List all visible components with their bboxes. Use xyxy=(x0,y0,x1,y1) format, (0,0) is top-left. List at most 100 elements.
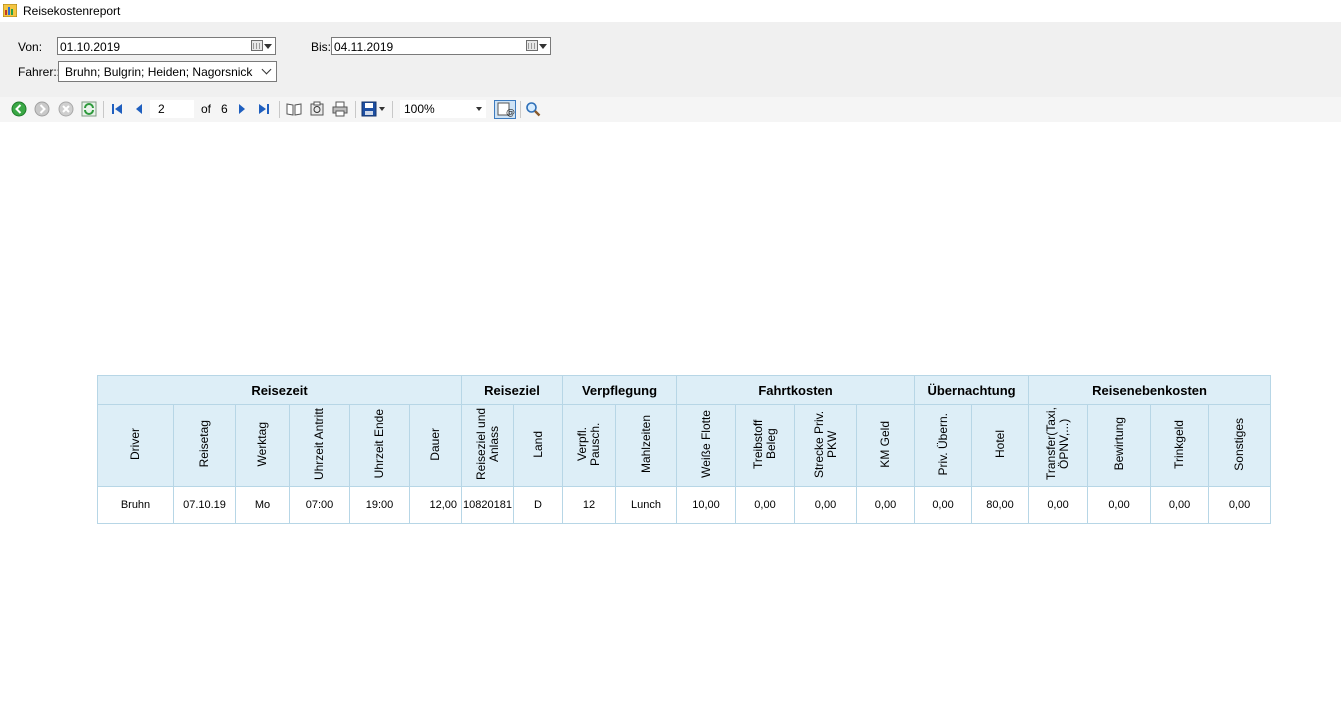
page-of-label: of 6 xyxy=(201,102,228,116)
table-cell: 10,00 xyxy=(676,486,736,524)
report-toolbar: 2 of 6 100% @ xyxy=(0,97,1341,122)
table-cell: 0,00 xyxy=(1028,486,1089,524)
fahrer-select-value: Bruhn; Bulgrin; Heiden; Nagorsnick xyxy=(65,65,253,79)
report-table: Reisezeit Reiseziel Verpflegung Fahrtkos… xyxy=(97,375,1272,524)
column-header-label: Verpfl. Pausch. xyxy=(575,422,602,466)
group-reiseziel: Reiseziel xyxy=(461,375,563,405)
table-cell: 12,00 xyxy=(409,486,462,524)
current-page-value: 2 xyxy=(158,102,165,116)
group-reisezeit: Reisezeit xyxy=(97,375,462,405)
column-header: Mahlzeiten xyxy=(615,404,677,487)
column-header: Uhrzeit Ende xyxy=(349,404,410,487)
svg-text:@: @ xyxy=(506,108,515,118)
column-header: Priv. Übern. xyxy=(914,404,973,487)
column-header-label: Sonstiges xyxy=(1232,417,1247,471)
column-header-label: Dauer xyxy=(428,427,442,461)
table-cell: 0,00 xyxy=(1087,486,1152,524)
of-label: of xyxy=(201,102,212,116)
report-app-icon xyxy=(3,4,17,17)
column-header: Weiße Flotte xyxy=(676,404,736,487)
total-pages: 6 xyxy=(221,102,228,116)
calendar-icon[interactable] xyxy=(251,40,263,51)
group-uebernachtung: Übernachtung xyxy=(914,375,1030,405)
table-cell: Bruhn xyxy=(97,486,174,524)
column-header: Land xyxy=(513,404,563,487)
von-date-value: 01.10.2019 xyxy=(60,40,121,54)
bis-date-picker[interactable]: 04.11.2019 xyxy=(331,37,551,55)
column-header-label: Priv. Übern. xyxy=(935,412,950,476)
table-cell: 19:00 xyxy=(349,486,410,524)
column-header: Trinkgeld xyxy=(1150,404,1210,487)
column-header: Reisetag xyxy=(173,404,236,487)
search-icon[interactable] xyxy=(525,101,541,117)
column-header-label: KM Geld xyxy=(878,420,893,468)
column-header-label: Trinkgeld xyxy=(1172,419,1187,469)
column-header: Transfer(Taxi, ÖPNV,...) xyxy=(1028,404,1089,487)
column-header: Reiseziel und Anlass xyxy=(461,404,514,487)
toolbar-separator xyxy=(355,101,356,118)
bis-label: Bis: xyxy=(311,40,332,54)
column-header: Driver xyxy=(97,404,174,487)
column-header: Sonstiges xyxy=(1208,404,1272,487)
save-export-icon[interactable] xyxy=(361,101,377,117)
table-cell: 0,00 xyxy=(794,486,857,524)
von-date-picker[interactable]: 01.10.2019 xyxy=(57,37,276,55)
filter-panel: Von: 01.10.2019 Bis: 04.11.2019 Fahrer::… xyxy=(0,22,1341,97)
dropdown-arrow-icon[interactable] xyxy=(264,44,272,49)
fahrer-label: Fahrer:: xyxy=(18,65,61,79)
column-header: Werktag xyxy=(235,404,290,487)
export-dropdown-arrow-icon[interactable] xyxy=(379,107,385,111)
column-header-label: Uhrzeit Ende xyxy=(372,409,386,479)
dropdown-arrow-icon[interactable] xyxy=(539,44,547,49)
back-icon[interactable] xyxy=(11,101,27,117)
table-cell: 12 xyxy=(562,486,616,524)
print-layout-icon[interactable]: @ xyxy=(494,100,516,119)
column-header-label: Weiße Flotte xyxy=(698,410,713,478)
page-setup-icon[interactable] xyxy=(309,101,325,117)
column-header-label: Reisetag xyxy=(197,420,211,468)
table-cell: 07.10.19 xyxy=(173,486,236,524)
column-header: Hotel xyxy=(971,404,1030,487)
bis-date-value: 04.11.2019 xyxy=(334,40,394,54)
chevron-down-icon[interactable] xyxy=(261,64,272,75)
table-cell: 10820181 xyxy=(461,486,514,524)
group-fahrtkosten: Fahrtkosten xyxy=(675,375,916,405)
column-header: Uhrzeit Antritt xyxy=(289,404,350,487)
table-cell: Lunch xyxy=(615,486,677,524)
calendar-icon[interactable] xyxy=(526,40,538,51)
next-page-icon[interactable] xyxy=(234,101,250,117)
von-label: Von: xyxy=(18,40,43,54)
table-cell: 0,00 xyxy=(735,486,795,524)
column-header-label: Bewirtung xyxy=(1111,417,1126,471)
print-icon[interactable] xyxy=(332,101,348,117)
zoom-value: 100% xyxy=(404,102,435,116)
column-header-label: Transfer(Taxi, ÖPNV,...) xyxy=(1044,407,1072,481)
table-cell: D xyxy=(513,486,563,524)
table-cell: 80,00 xyxy=(971,486,1030,524)
first-page-icon[interactable] xyxy=(109,101,125,117)
document-map-icon[interactable] xyxy=(286,101,302,117)
table-row: Bruhn 07.10.19 Mo 07:00 19:00 12,00 1082… xyxy=(97,486,1272,524)
table-cell: 0,00 xyxy=(914,486,973,524)
stop-icon[interactable] xyxy=(58,101,74,117)
toolbar-separator xyxy=(392,101,393,118)
column-header-label: Werktag xyxy=(255,421,269,467)
window-title: Reisekostenreport xyxy=(23,4,121,18)
forward-icon[interactable] xyxy=(34,101,50,117)
group-reisenebenkosten: Reisenebenkosten xyxy=(1028,375,1272,405)
zoom-select[interactable]: 100% xyxy=(400,100,486,118)
current-page-input[interactable]: 2 xyxy=(150,100,194,118)
last-page-icon[interactable] xyxy=(256,101,272,117)
fahrer-select[interactable]: Bruhn; Bulgrin; Heiden; Nagorsnick xyxy=(58,61,277,82)
column-header-label: Land xyxy=(530,430,545,458)
refresh-icon[interactable] xyxy=(81,101,97,117)
column-header-label: Hotel xyxy=(992,429,1007,458)
toolbar-separator xyxy=(103,101,104,118)
column-header-label: Reiseziel und Anlass xyxy=(473,407,501,481)
toolbar-separator xyxy=(520,101,521,118)
column-header: Dauer xyxy=(409,404,462,487)
previous-page-icon[interactable] xyxy=(131,101,147,117)
group-verpflegung: Verpflegung xyxy=(562,375,677,405)
zoom-dropdown-arrow-icon[interactable] xyxy=(476,107,482,111)
column-header: KM Geld xyxy=(855,404,916,487)
